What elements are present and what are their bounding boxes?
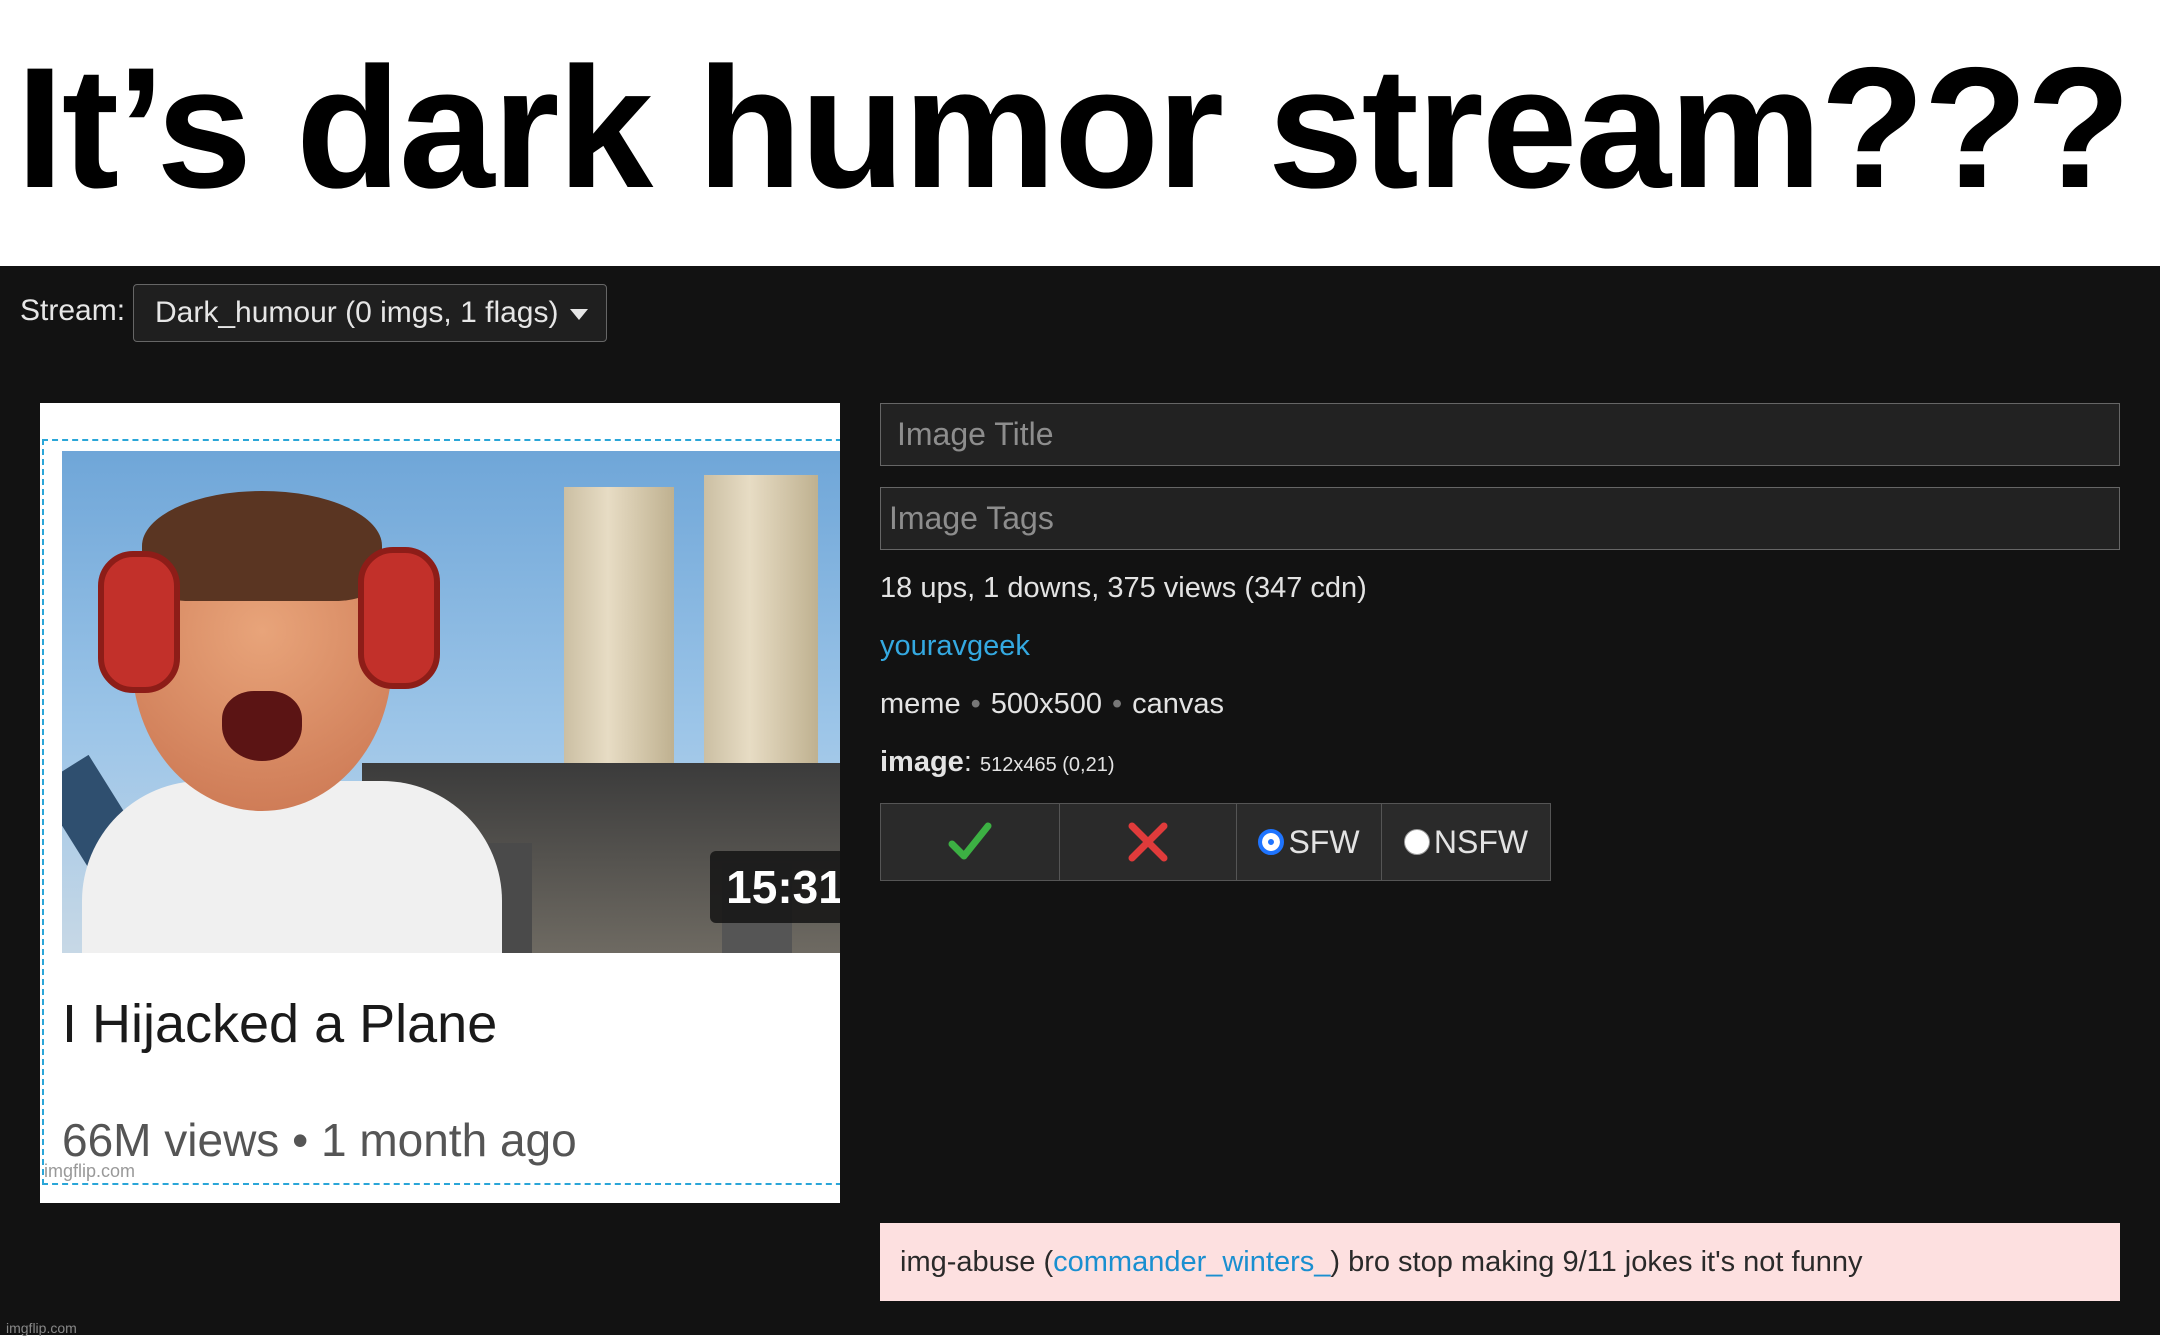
footer-watermark: imgflip.com: [6, 1320, 77, 1336]
flag-message: ) bro stop making 9/11 jokes it's not fu…: [1330, 1245, 1863, 1278]
stream-label: Stream:: [20, 294, 126, 327]
image-info: meme • 500x500 • canvas: [880, 688, 1224, 721]
crop-box[interactable]: [42, 439, 840, 1185]
flag-user-link[interactable]: commander_winters_: [1053, 1246, 1330, 1279]
caption-text: It’s dark humor stream???: [16, 32, 2131, 224]
separator-dot: •: [1112, 688, 1123, 720]
stream-select[interactable]: Dark_humour (0 imgs, 1 flags): [133, 284, 607, 342]
moderation-panel: Stream: Dark_humour (0 imgs, 1 flags) 15…: [0, 266, 2160, 1336]
image-tags-placeholder: Image Tags: [889, 500, 1054, 536]
image-stats: 18 ups, 1 downs, 375 views (347 cdn): [880, 572, 1367, 604]
image-tags-input[interactable]: Image Tags: [880, 487, 2120, 550]
author-link[interactable]: youravgeek: [880, 630, 1030, 663]
meme-caption: It’s dark humor stream???: [0, 0, 2160, 266]
cross-icon: [1128, 822, 1168, 862]
flag-prefix: img-abuse (: [900, 1245, 1054, 1278]
radio-unselected-icon: [1403, 829, 1430, 855]
approve-button[interactable]: [880, 803, 1060, 881]
chevron-down-icon: [570, 309, 588, 320]
flag-report: img-abuse (commander_winters_) bro stop …: [880, 1223, 2120, 1301]
stream-select-value: Dark_humour (0 imgs, 1 flags): [155, 296, 559, 329]
info-kind: canvas: [1132, 688, 1225, 720]
image-preview: 15:31 I Hijacked a Plane 66M views • 1 m…: [40, 403, 840, 1203]
info-size: 500x500: [990, 688, 1103, 720]
image-title-input[interactable]: Image Title: [880, 403, 2120, 466]
check-icon: [948, 822, 992, 860]
image-title-placeholder: Image Title: [897, 416, 1054, 452]
nsfw-label: NSFW: [1433, 823, 1529, 860]
separator-dot: •: [970, 688, 981, 720]
nsfw-radio[interactable]: NSFW: [1381, 803, 1551, 881]
reject-button[interactable]: [1059, 803, 1237, 881]
sfw-label: SFW: [1288, 823, 1360, 860]
radio-selected-icon: [1258, 829, 1285, 855]
image-label: image: [880, 746, 964, 778]
image-dimensions: image: 512x465 (0,21): [880, 746, 1115, 778]
sfw-radio[interactable]: SFW: [1236, 803, 1382, 881]
image-details: 512x465 (0,21): [979, 754, 1115, 776]
info-type: meme: [880, 688, 961, 720]
